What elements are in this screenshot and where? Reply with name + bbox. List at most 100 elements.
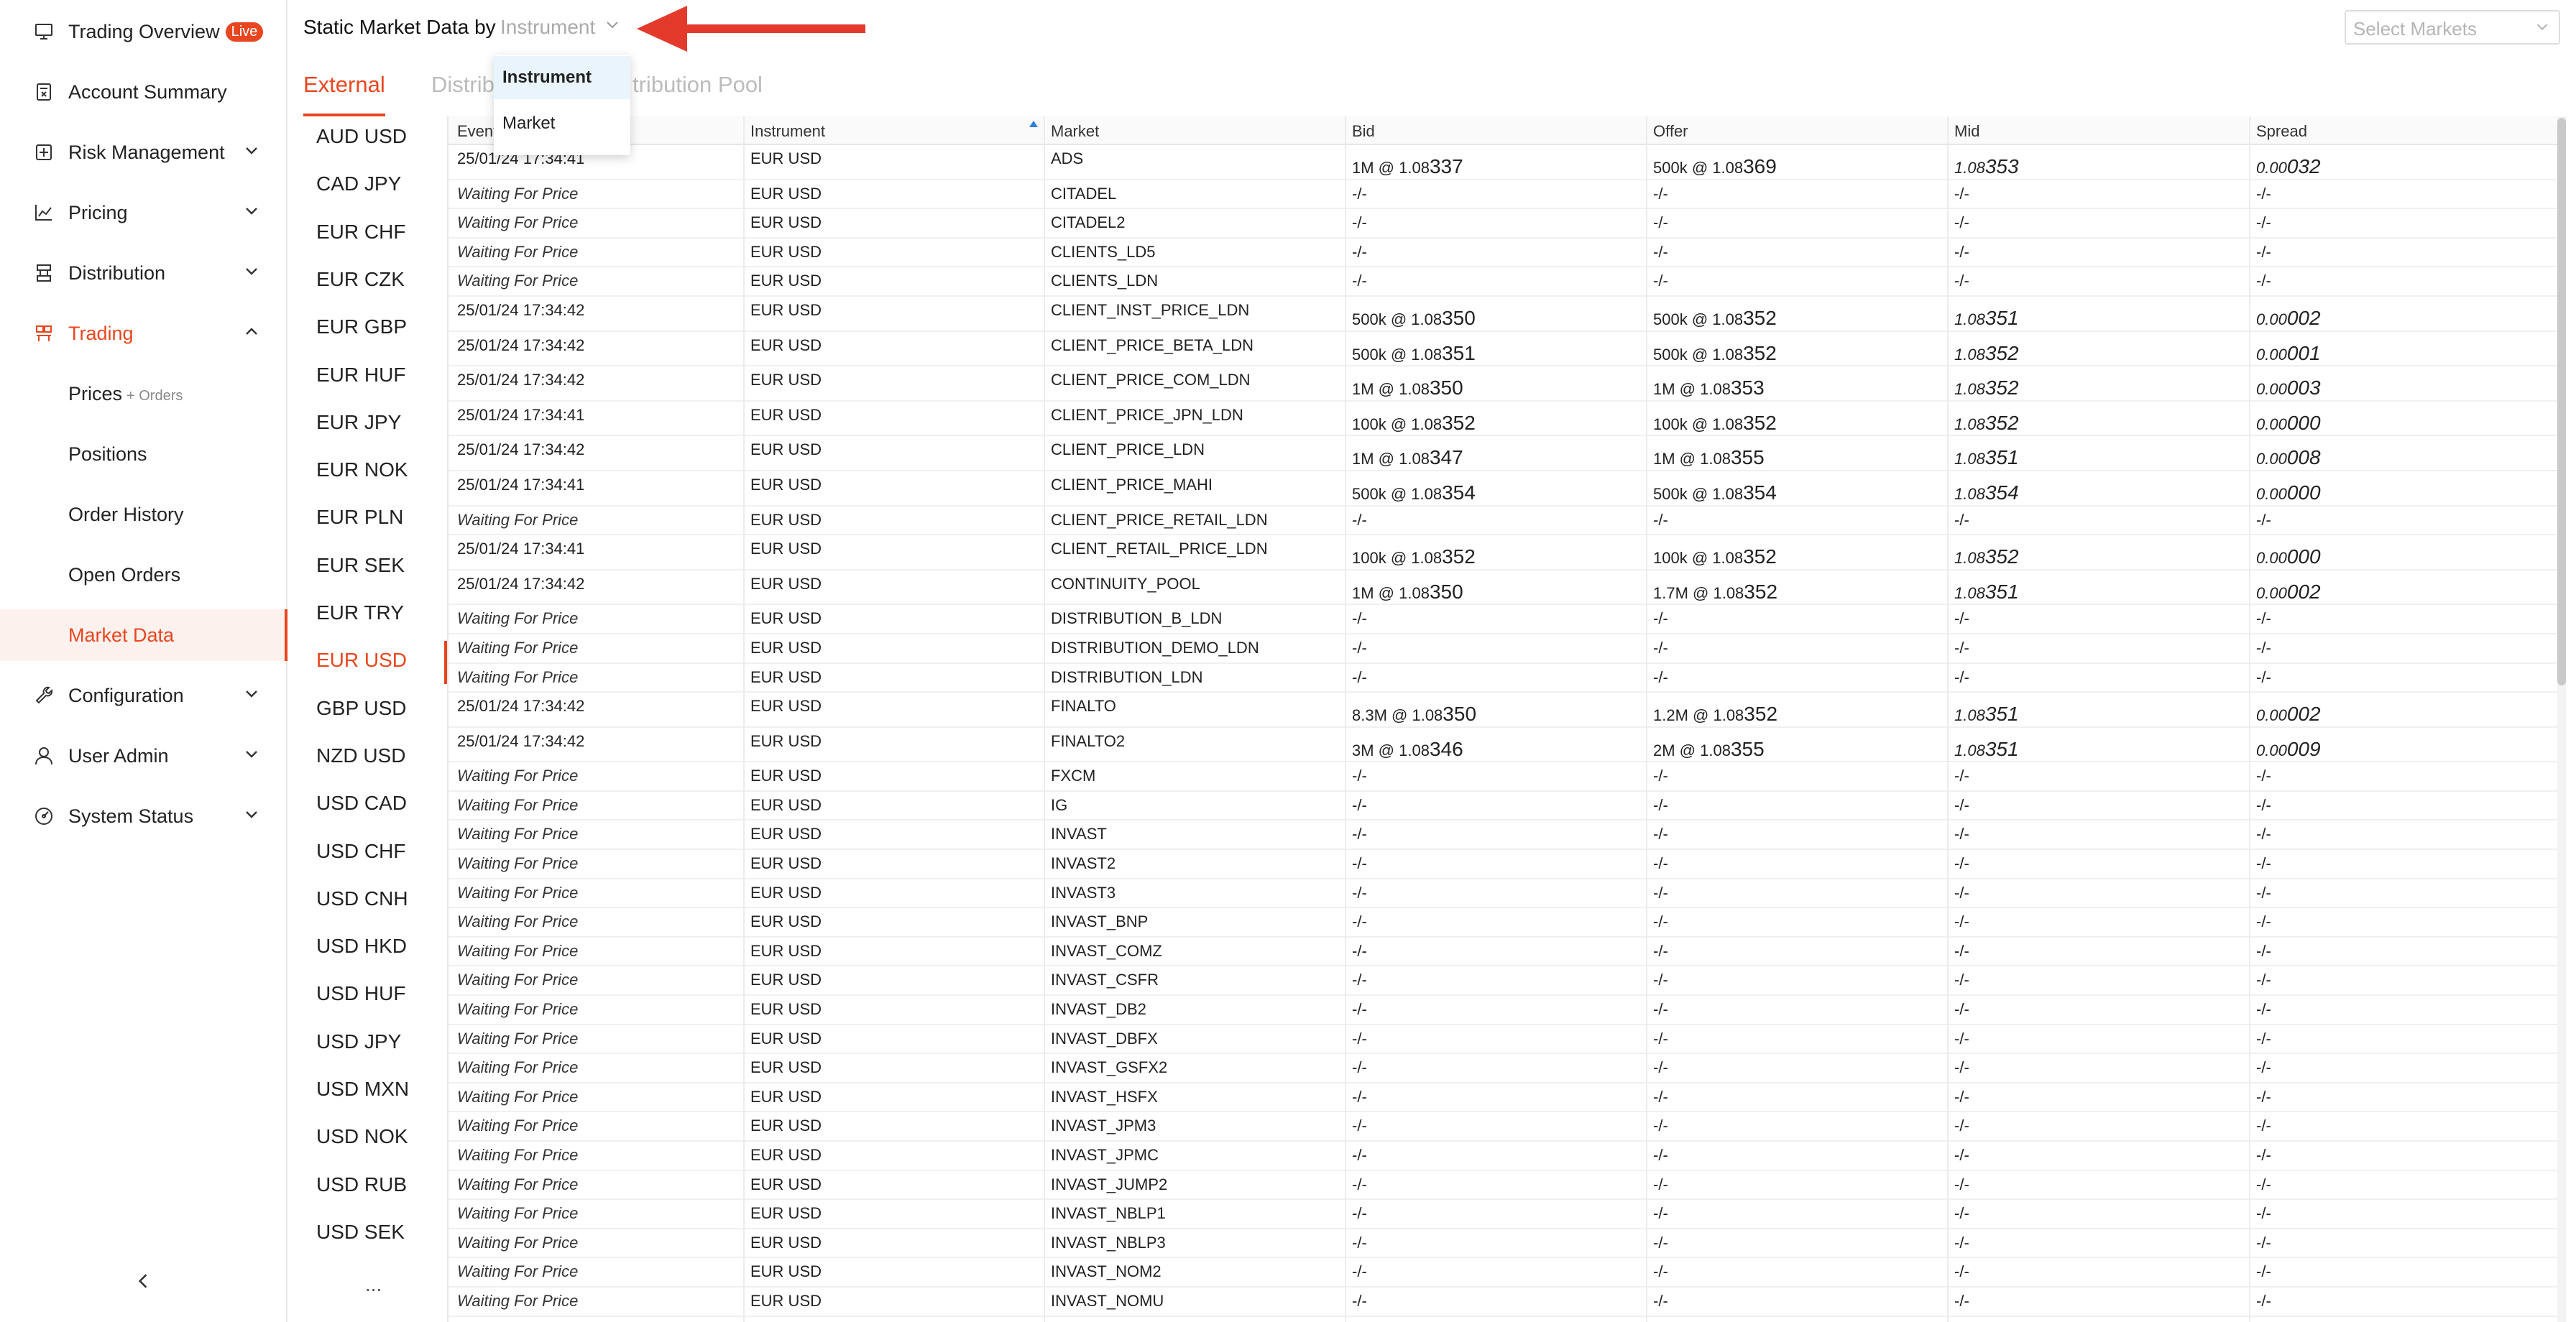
- table-row[interactable]: 25/01/24 17:34:41 EUR USD CLIENT_PRICE_MAH…: [448, 471, 2563, 507]
- tab-external[interactable]: External: [303, 72, 385, 116]
- sidebar-item-pricing[interactable]: Pricing: [0, 187, 286, 239]
- table-row[interactable]: 25/01/24 17:34:42 EUR USD CLIENT_PRICE_LDN…: [448, 436, 2563, 471]
- dropdown-option-market[interactable]: Market: [494, 102, 630, 145]
- instrument-item[interactable]: USD CHF: [316, 840, 405, 863]
- table-row[interactable]: Waiting For Price EUR USD CLIENTS_LD5 -/- -/…: [448, 239, 2563, 268]
- table-row[interactable]: 25/01/24 17:34:42 EUR USD CONTINUITY_POOL 1…: [448, 570, 2563, 606]
- instrument-item[interactable]: USD HUF: [316, 982, 405, 1005]
- column-divider[interactable]: [1947, 116, 1949, 1322]
- table-row[interactable]: Waiting For Price EUR USD CITADEL -/- -/- -/-…: [448, 180, 2563, 210]
- collapse-sidebar-icon[interactable]: [134, 1272, 155, 1293]
- instrument-item[interactable]: USD JPY: [316, 1030, 401, 1053]
- column-header-instrument[interactable]: Instrument: [750, 122, 825, 141]
- table-row[interactable]: Waiting For Price EUR USD INVAST_JUMP2 -/- -…: [448, 1171, 2563, 1201]
- sidebar-item-configuration[interactable]: Configuration: [0, 670, 286, 721]
- instrument-item[interactable]: USD RUB: [316, 1173, 407, 1196]
- table-row[interactable]: Waiting For Price EUR USD INVAST_NBLP1 -/- -…: [448, 1200, 2563, 1229]
- table-row[interactable]: Waiting For Price EUR USD INVAST_COMZ -/- -/…: [448, 938, 2563, 967]
- instrument-item[interactable]: EUR TRY: [316, 601, 404, 624]
- group-by-select[interactable]: Instrument: [500, 16, 595, 39]
- table-row[interactable]: Waiting For Price EUR USD CITADEL2 -/- -/- -/…: [448, 209, 2563, 239]
- table-row[interactable]: Waiting For Price EUR USD INVAST_JPMC -/- -/…: [448, 1142, 2563, 1171]
- sort-ascending-icon[interactable]: [1029, 121, 1038, 127]
- instrument-item[interactable]: CAD JPY: [316, 172, 401, 195]
- instrument-item[interactable]: USD SEK: [316, 1221, 405, 1244]
- table-row[interactable]: Waiting For Price EUR USD INVAST_GSFX2 -/- -…: [448, 1054, 2563, 1083]
- instrument-item[interactable]: EUR USD: [316, 649, 407, 672]
- sidebar-subitem-prices[interactable]: Prices + Orders: [0, 368, 286, 420]
- instrument-item[interactable]: EUR JPY: [316, 411, 401, 434]
- instrument-item[interactable]: USD MXN: [316, 1078, 409, 1101]
- table-row[interactable]: Waiting For Price EUR USD INVAST_JPM3 -/- -/…: [448, 1112, 2563, 1142]
- column-divider[interactable]: [1646, 116, 1647, 1322]
- select-markets-dropdown[interactable]: Select Markets: [2345, 10, 2560, 45]
- instrument-item[interactable]: EUR PLN: [316, 506, 403, 529]
- table-row[interactable]: 25/01/24 17:34:42 EUR USD CLIENT_PRICE_BET…: [448, 332, 2563, 367]
- table-row[interactable]: Waiting For Price EUR USD DISTRIBUTION_DEM…: [448, 634, 2563, 664]
- instrument-item[interactable]: NZD USD: [316, 744, 405, 767]
- table-row[interactable]: Waiting For Price EUR USD IG -/- -/- -/- -/-: [448, 792, 2563, 821]
- sidebar-item-trading[interactable]: Trading: [0, 308, 286, 359]
- instrument-item[interactable]: EUR CZK: [316, 268, 405, 291]
- table-row[interactable]: 25/01/24 17:34:42 EUR USD FINALTO2 3M @ 1.0…: [448, 728, 2563, 763]
- table-row[interactable]: 25/01/24 17:34:41 EUR USD ADS 1M @ 1.08337 5…: [448, 145, 2563, 180]
- sidebar-subitem-market-data[interactable]: Market Data: [0, 609, 288, 661]
- scrollbar-thumb[interactable]: [2557, 118, 2566, 685]
- instrument-item[interactable]: EUR SEK: [316, 554, 405, 577]
- table-row[interactable]: Waiting For Price EUR USD INVAST3 -/- -/- -/-…: [448, 879, 2563, 909]
- column-header-mid[interactable]: Mid: [1954, 122, 1979, 141]
- table-row[interactable]: 25/01/24 17:34:42 EUR USD FINALTO 8.3M @ 1.…: [448, 693, 2563, 728]
- chevron-down-icon[interactable]: [604, 16, 624, 36]
- column-header-offer[interactable]: Offer: [1653, 122, 1688, 141]
- more-icon[interactable]: ...: [365, 1273, 382, 1296]
- instrument-item[interactable]: USD CAD: [316, 792, 407, 815]
- table-row[interactable]: Waiting For Price EUR USD INVAST2 -/- -/- -/-…: [448, 850, 2563, 879]
- table-row[interactable]: Waiting For Price EUR USD INVAST_NOMU -/- -/…: [448, 1288, 2563, 1317]
- table-row[interactable]: Waiting For Price EUR USD CLIENTS_LDN -/- -/…: [448, 267, 2563, 297]
- table-row[interactable]: 25/01/24 17:34:41 EUR USD CLIENT_PRICE_JPN…: [448, 402, 2563, 437]
- sidebar-subitem-positions[interactable]: Positions: [0, 428, 286, 480]
- sidebar-item-distribution[interactable]: Distribution: [0, 247, 286, 299]
- table-row[interactable]: Waiting For Price EUR USD INVAST_HSFX -/- -/…: [448, 1083, 2563, 1113]
- sidebar-item-system-status[interactable]: System Status: [0, 790, 286, 842]
- instrument-item[interactable]: AUD USD: [316, 125, 407, 148]
- column-divider[interactable]: [1345, 116, 1346, 1322]
- column-header-event[interactable]: Event: [457, 122, 497, 141]
- table-row[interactable]: 25/01/24 17:34:42 EUR USD CLIENT_PRICE_COM…: [448, 366, 2563, 402]
- sidebar-item-user-admin[interactable]: User Admin: [0, 730, 286, 782]
- column-header-bid[interactable]: Bid: [1352, 122, 1375, 141]
- column-divider[interactable]: [743, 116, 745, 1322]
- table-row[interactable]: Waiting For Price EUR USD INVAST_DBFX -/- -/…: [448, 1025, 2563, 1055]
- table-row[interactable]: 25/01/24 17:34:42 EUR USD CLIENT_INST_PRIC…: [448, 297, 2563, 332]
- instrument-item[interactable]: GBP USD: [316, 697, 407, 720]
- sidebar-item-risk-management[interactable]: Risk Management: [0, 126, 286, 178]
- table-row[interactable]: Waiting For Price EUR USD CLIENT_PRICE_RET…: [448, 507, 2563, 536]
- table-row[interactable]: Waiting For Price EUR USD INVAST_DB2 -/- -/-…: [448, 996, 2563, 1025]
- table-row[interactable]: Waiting For Price EUR USD INVAST_CSFR -/- -/…: [448, 966, 2563, 997]
- sidebar-item-trading-overview[interactable]: Trading Overview Live: [0, 6, 286, 57]
- table-row[interactable]: 25/01/24 17:34:41 EUR USD CLIENT_RETAIL_PR…: [448, 535, 2563, 570]
- column-header-spread[interactable]: Spread: [2256, 122, 2307, 141]
- column-divider[interactable]: [1044, 116, 1045, 1322]
- table-row[interactable]: Waiting For Price EUR USD INVAST_BNP -/- -/-…: [448, 908, 2563, 938]
- instrument-item[interactable]: EUR CHF: [316, 221, 405, 244]
- table-row[interactable]: Waiting For Price EUR USD INVAST -/- -/- -/- -…: [448, 821, 2563, 851]
- instrument-item[interactable]: EUR GBP: [316, 315, 407, 338]
- instrument-item[interactable]: USD CNH: [316, 887, 408, 910]
- instrument-item[interactable]: EUR HUF: [316, 364, 405, 387]
- table-row[interactable]: Waiting For Price EUR USD INVAST_NBLP3 -/- -…: [448, 1229, 2563, 1259]
- sidebar-subitem-open-orders[interactable]: Open Orders: [0, 549, 286, 601]
- table-row[interactable]: Waiting For Price EUR USD FXCM -/- -/- -/- -/-: [448, 762, 2563, 792]
- instrument-item[interactable]: EUR NOK: [316, 458, 408, 481]
- instrument-item[interactable]: USD HKD: [316, 935, 407, 958]
- tab-distribution[interactable]: Distrib: [431, 72, 494, 98]
- sidebar-item-account-summary[interactable]: Account Summary: [0, 66, 286, 118]
- table-row[interactable]: Waiting For Price EUR USD DISTRIBUTION_LDN…: [448, 664, 2563, 693]
- column-divider[interactable]: [2249, 116, 2250, 1322]
- table-row[interactable]: Waiting For Price EUR USD INVAST_NOM2 -/- -/…: [448, 1258, 2563, 1288]
- instrument-item[interactable]: USD NOK: [316, 1125, 408, 1148]
- sidebar-subitem-order-history[interactable]: Order History: [0, 489, 286, 540]
- table-row[interactable]: Waiting For Price EUR USD DISTRIBUTION_B_L…: [448, 605, 2563, 634]
- dropdown-option-instrument[interactable]: Instrument: [494, 56, 630, 99]
- column-header-market[interactable]: Market: [1051, 122, 1099, 141]
